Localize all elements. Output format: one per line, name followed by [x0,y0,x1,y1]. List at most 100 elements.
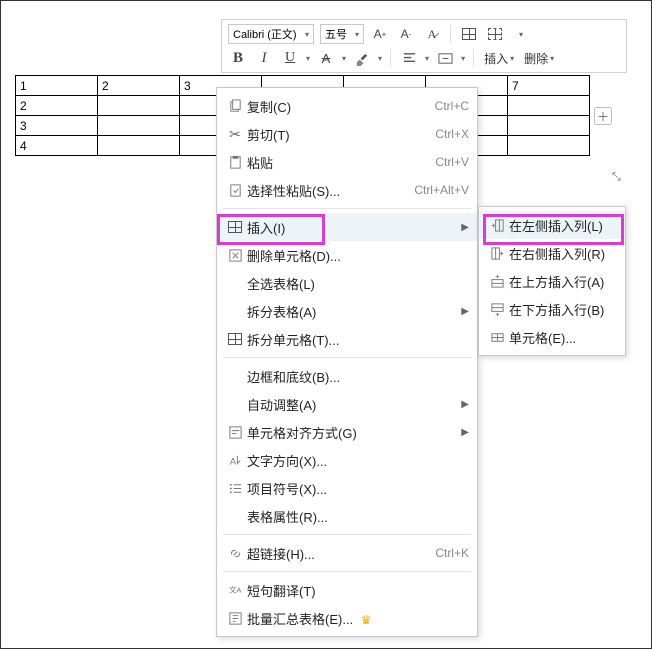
split-cells-icon [223,333,247,345]
separator [390,49,391,67]
merge-button[interactable] [435,48,455,68]
align-button[interactable] [399,48,419,68]
resize-handle-icon[interactable]: ⤡ [612,171,621,184]
context-menu: 复制(C) Ctrl+C ✂ 剪切(T) Ctrl+X 粘贴 Ctrl+V 选择… [216,87,478,637]
submenu-cells[interactable]: 单元格(E)... [479,323,625,351]
bullets-icon [223,481,247,496]
insert-col-right-icon [485,246,509,261]
chevron-down-icon: ▾ [355,30,359,39]
submenu-insert-col-right[interactable]: 在右侧插入列(R) [479,239,625,267]
menu-cell-align[interactable]: 单元格对齐方式(G) ▶ [217,418,477,446]
chevron-down-icon: ▾ [378,54,382,63]
chevron-right-icon: ▶ [457,427,469,438]
menu-copy[interactable]: 复制(C) Ctrl+C [217,92,477,120]
clear-format-button[interactable]: A̷ [422,24,442,44]
copy-icon [223,99,247,114]
menu-bullets[interactable]: 项目符号(X)... [217,474,477,502]
table-cell[interactable] [508,136,590,156]
insert-row-above-icon [485,274,509,289]
table-cell[interactable]: 2 [98,76,180,96]
font-color-button[interactable]: A [316,48,336,68]
paste-special-icon [223,183,247,198]
grow-font-button[interactable]: A+ [370,24,390,44]
table-cell[interactable]: 4 [16,136,98,156]
menu-insert[interactable]: 插入(I) ▶ [217,213,477,241]
menu-separator [223,208,471,209]
bold-button[interactable]: B [228,48,248,68]
chevron-right-icon: ▶ [457,222,469,233]
menu-table-props[interactable]: 表格属性(R)... [217,502,477,530]
batch-summary-icon [223,611,247,626]
borders-button[interactable] [485,24,505,44]
chevron-right-icon: ▶ [457,399,469,410]
table-cell[interactable] [98,136,180,156]
shrink-font-button[interactable]: A- [396,24,416,44]
delete-label: 删除 [524,50,548,67]
menu-separator [223,534,471,535]
table-cell[interactable]: 1 [16,76,98,96]
menu-cut[interactable]: ✂ 剪切(T) Ctrl+X [217,120,477,148]
link-icon [223,546,247,561]
chevron-down-icon: ▾ [461,54,465,63]
menu-short-translate[interactable]: 文A 短句翻译(T) [217,576,477,604]
align-icon [223,425,247,440]
font-name-value: Calibri (正文) [233,26,297,42]
font-size-value: 五号 [325,26,347,42]
chevron-right-icon: ▶ [457,306,469,317]
table-cell[interactable]: 7 [508,76,590,96]
menu-separator [223,357,471,358]
table-cell[interactable] [508,116,590,136]
submenu-insert-col-left[interactable]: 在左侧插入列(L) [479,211,625,239]
menu-paste[interactable]: 粘贴 Ctrl+V [217,148,477,176]
italic-button[interactable]: I [254,48,274,68]
delete-dropdown[interactable]: 删除 ▾ [522,50,556,67]
insert-col-left-icon [485,218,509,233]
delete-cells-icon [223,248,247,263]
underline-button[interactable]: U [280,48,300,68]
menu-borders[interactable]: 边框和底纹(B)... [217,362,477,390]
menu-text-direction[interactable]: A 文字方向(X)... [217,446,477,474]
menu-delete-cells[interactable]: 删除单元格(D)... [217,241,477,269]
chevron-down-icon: ▾ [342,54,346,63]
paste-icon [223,155,247,170]
text-direction-icon: A [223,453,247,468]
menu-separator [223,571,471,572]
svg-text:A: A [229,456,236,466]
mini-toolbar: Calibri (正文) ▾ 五号 ▾ A+ A- A̷ ▾ B I U ▾ A… [221,19,627,73]
translate-icon: 文A [223,583,247,598]
svg-text:文A: 文A [228,584,241,594]
table-cell[interactable] [98,96,180,116]
menu-paste-special[interactable]: 选择性粘贴(S)... Ctrl+Alt+V [217,176,477,204]
table-cell[interactable]: 2 [16,96,98,116]
table-cell[interactable] [98,116,180,136]
insert-table-icon [223,221,247,233]
font-size-select[interactable]: 五号 ▾ [320,24,364,44]
chevron-down-icon: ▾ [306,54,310,63]
table-cell[interactable] [508,96,590,116]
table-grid-button[interactable] [459,24,479,44]
insert-dropdown[interactable]: 插入 ▾ [482,50,516,67]
menu-batch-summary[interactable]: 批量汇总表格(E)... ♛ [217,604,477,632]
add-column-handle[interactable]: ＋ [594,107,612,125]
chevron-down-icon: ▾ [510,54,514,63]
submenu-insert-row-above[interactable]: 在上方插入行(A) [479,267,625,295]
menu-select-table[interactable]: 全选表格(L) [217,269,477,297]
scissors-icon: ✂ [223,126,247,143]
menu-split-table[interactable]: 拆分表格(A) ▶ [217,297,477,325]
menu-split-cells[interactable]: 拆分单元格(T)... [217,325,477,353]
chevron-down-icon: ▾ [305,30,309,39]
font-name-select[interactable]: Calibri (正文) ▾ [228,24,314,44]
table-cell[interactable]: 3 [16,116,98,136]
insert-label: 插入 [484,50,508,67]
crown-icon: ♛ [361,613,372,627]
chevron-down-icon: ▾ [550,54,554,63]
insert-submenu: 在左侧插入列(L) 在右侧插入列(R) 在上方插入行(A) 在下方插入行(B) … [478,206,626,356]
chevron-down-icon: ▾ [425,54,429,63]
cells-icon [485,330,509,345]
menu-hyperlink[interactable]: 超链接(H)... Ctrl+K [217,539,477,567]
menu-autofit[interactable]: 自动调整(A) ▶ [217,390,477,418]
submenu-insert-row-below[interactable]: 在下方插入行(B) [479,295,625,323]
chevron-down-icon[interactable]: ▾ [511,24,531,44]
separator [450,25,451,43]
highlight-button[interactable] [352,48,372,68]
